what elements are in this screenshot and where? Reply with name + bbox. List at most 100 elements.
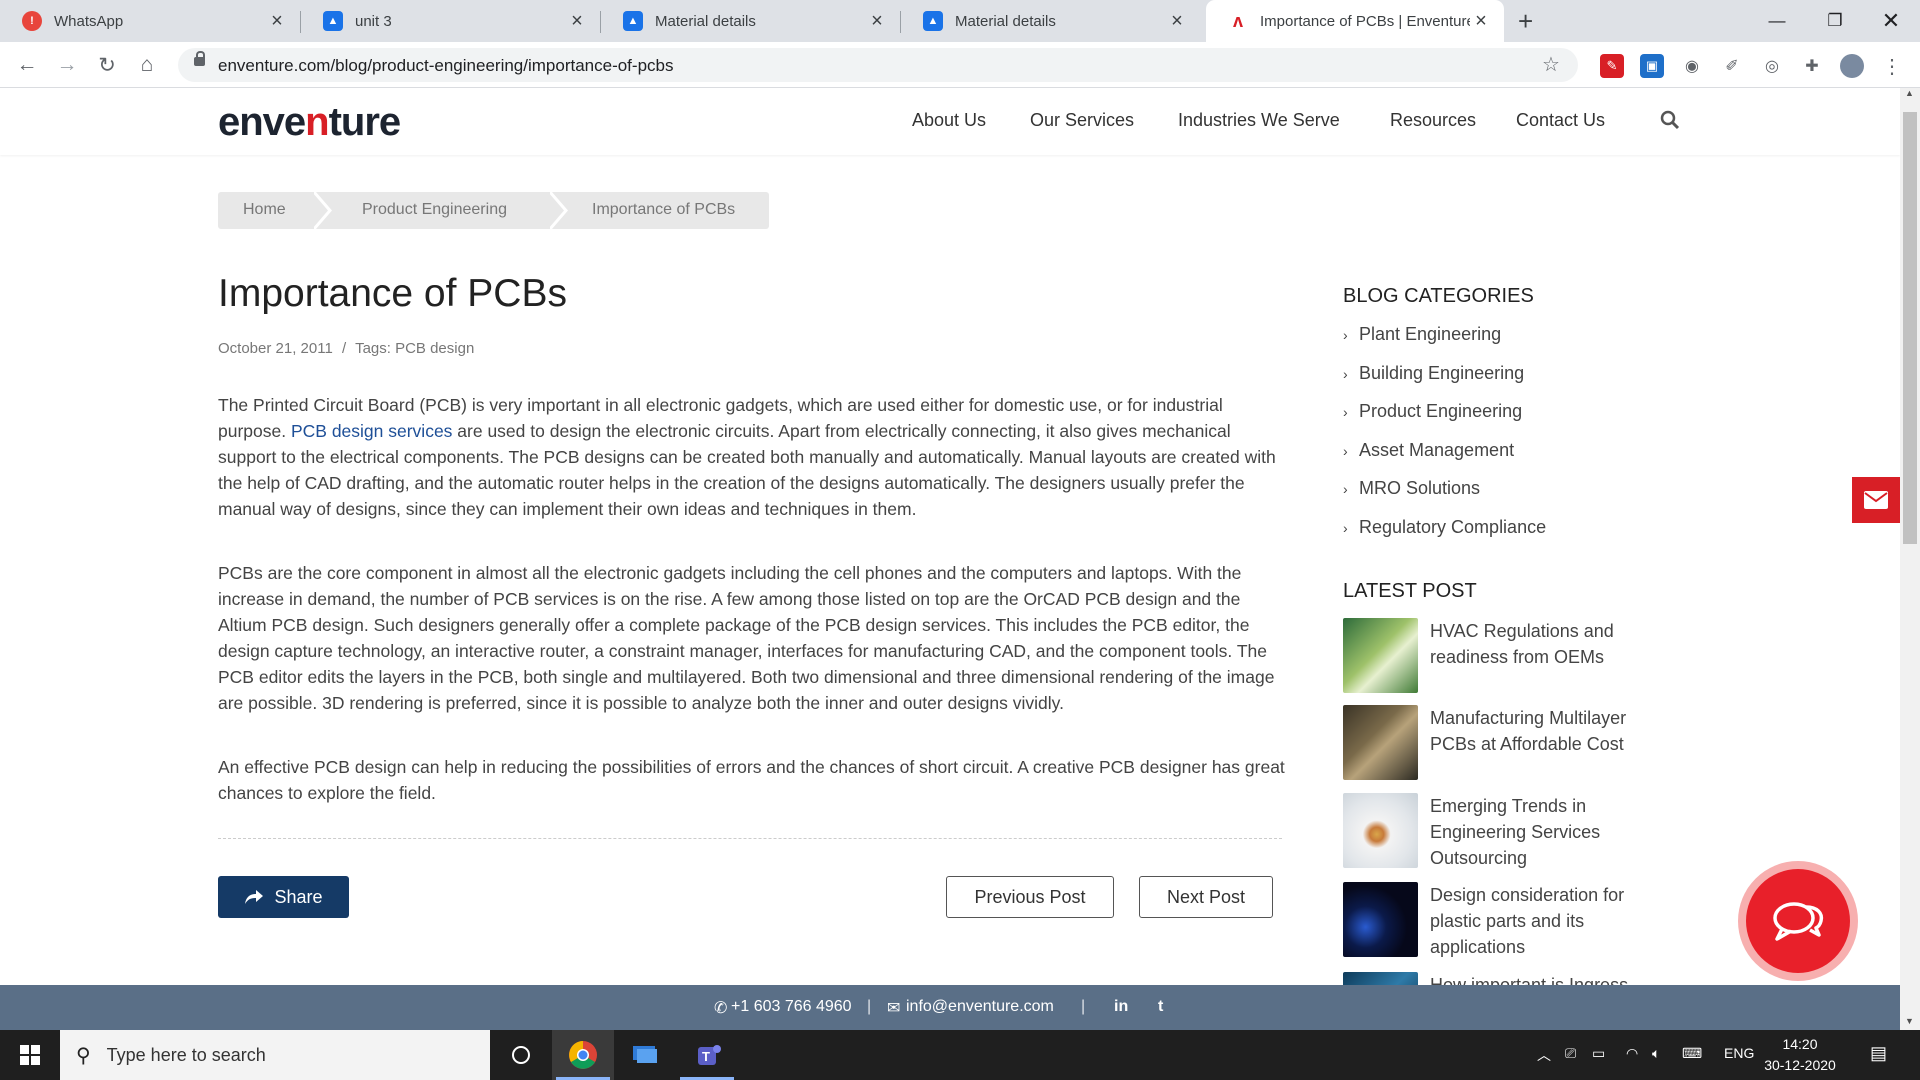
meet-now-icon[interactable]: ⎚ [1565,1045,1576,1062]
file-transfer-taskbar-icon[interactable] [614,1030,676,1080]
phone-icon: ✆ [714,1000,728,1017]
close-icon[interactable]: × [266,10,288,33]
latest-post-1[interactable]: HVAC Regulations and readiness from OEMs [1430,618,1670,670]
restore-icon[interactable]: ❐ [1806,0,1864,42]
pcb-design-services-link[interactable]: PCB design services [291,421,452,441]
search-icon[interactable] [1660,110,1680,135]
envelope-icon [1864,491,1888,509]
tab-label: Material details [955,12,1056,30]
nav-contact-us[interactable]: Contact Us [1516,110,1605,131]
eyedropper-extension-icon[interactable]: ✐ [1720,54,1744,78]
nav-industries[interactable]: Industries We Serve [1178,110,1340,131]
latest-post-2[interactable]: Manufacturing Multilayer PCBs at Afforda… [1430,705,1670,757]
logo-text-start: enve [218,100,306,144]
tab-material-details-2[interactable]: ▲ Material details × [901,0,1200,42]
category-regulatory-compliance[interactable]: › Regulatory Compliance [1343,517,1546,538]
window-close-icon[interactable]: ✕ [1862,0,1920,42]
next-post-button[interactable]: Next Post [1139,876,1273,918]
linkedin-icon[interactable]: in [1114,998,1128,1016]
taskbar-clock[interactable]: 14:20 30-12-2020 [1760,1034,1840,1076]
article-paragraph-2: PCBs are the core component in almost al… [218,563,1275,713]
battery-icon[interactable]: ▭ [1592,1045,1605,1062]
chevron-right-icon: › [1343,366,1348,382]
breadcrumb-current: Importance of PCBs [592,201,736,218]
browser-toolbar: ← → ↻ ⌂ enventure.com/blog/product-engin… [0,42,1920,88]
nav-our-services[interactable]: Our Services [1030,110,1134,131]
article-paragraph-3: An effective PCB design can help in redu… [218,757,1285,803]
enventure-logo[interactable]: enventure [218,100,401,145]
post-thumbnail[interactable] [1343,705,1418,780]
camera-extension-icon[interactable]: ◉ [1680,54,1704,78]
twitter-icon[interactable]: t [1158,998,1163,1016]
input-language[interactable]: ENG [1724,1045,1754,1061]
address-bar[interactable]: enventure.com/blog/product-engineering/i… [178,48,1578,82]
post-tags[interactable]: Tags: PCB design [355,340,474,357]
tab-material-details[interactable]: ▲ Material details × [601,0,900,42]
show-hidden-icons-chevron-icon[interactable]: ︿ [1537,1045,1551,1065]
category-plant-engineering[interactable]: › Plant Engineering [1343,324,1501,345]
windows-start-button[interactable] [0,1030,60,1080]
tab-whatsapp[interactable]: ! WhatsApp × [0,0,300,42]
category-building-engineering[interactable]: › Building Engineering [1343,363,1524,384]
close-icon[interactable]: × [1470,10,1492,33]
chat-bubbles-icon [1773,902,1824,941]
taskbar-search-box[interactable]: ⚲ Type here to search [60,1030,490,1080]
screen-extension-icon[interactable]: ▣ [1640,54,1664,78]
chrome-taskbar-icon[interactable] [552,1030,614,1080]
bookmark-star-icon[interactable]: ☆ [1542,52,1560,77]
latest-post-3[interactable]: Emerging Trends in Engineering Services … [1430,793,1670,871]
share-button[interactable]: Share [218,876,349,918]
menu-dots-icon[interactable]: ⋮ [1880,54,1904,78]
touch-keyboard-icon[interactable]: ⌨ [1682,1045,1702,1062]
scroll-down-icon[interactable]: ▼ [1905,1016,1914,1026]
scrollbar-thumb[interactable] [1903,112,1917,544]
chat-floating-button[interactable] [1738,861,1858,981]
profile-avatar[interactable] [1840,54,1864,78]
home-icon[interactable]: ⌂ [132,50,162,80]
task-view-icon[interactable] [490,1030,552,1080]
classroom-icon: ▲ [623,11,643,31]
chevron-right-icon: › [1343,520,1348,536]
code-extension-icon[interactable]: ◎ [1760,54,1784,78]
category-mro-solutions[interactable]: › MRO Solutions [1343,478,1480,499]
extensions-puzzle-icon[interactable]: ✚ [1800,54,1824,78]
windows-taskbar: ⚲ Type here to search T ︿ ⎚ ▭ ◠ 🔈︎ ⌨ ENG… [0,1030,1920,1080]
tab-unit-3[interactable]: ▲ unit 3 × [301,0,600,42]
pdf-extension-icon[interactable]: ✎ [1600,54,1624,78]
category-label: Asset Management [1359,440,1515,460]
close-icon[interactable]: × [566,10,588,33]
email-floating-button[interactable] [1852,477,1900,523]
footer-phone[interactable]: +1 603 766 4960 [731,998,852,1016]
notifications-icon[interactable]: ▤ [1870,1043,1887,1064]
breadcrumb-product-engineering[interactable]: Product Engineering [362,201,507,219]
close-icon[interactable]: × [866,10,888,33]
footer-email[interactable]: info@enventure.com [906,998,1054,1016]
back-icon[interactable]: ← [12,50,42,80]
new-tab-button[interactable]: + [1518,6,1533,37]
tab-label: WhatsApp [54,12,124,30]
forward-icon[interactable]: → [52,50,82,80]
latest-post-4[interactable]: Design consideration for plastic parts a… [1430,882,1670,960]
scroll-up-icon[interactable]: ▲ [1905,88,1914,98]
minimize-icon[interactable]: — [1748,0,1806,42]
tab-enventure-active[interactable]: ʌ Importance of PCBs | Enventure × [1206,0,1504,42]
breadcrumb-home[interactable]: Home [243,201,286,219]
browser-tab-strip: ! WhatsApp × ▲ unit 3 × ▲ Material detai… [0,0,1920,42]
nav-about-us[interactable]: About Us [912,110,986,131]
reload-icon[interactable]: ↻ [92,50,122,80]
volume-icon[interactable]: 🔈︎ [1652,1045,1660,1062]
url-text[interactable]: enventure.com/blog/product-engineering/i… [218,56,673,76]
wifi-icon[interactable]: ◠ [1626,1045,1638,1062]
breadcrumb: Home Product Engineering Importance of P… [218,192,769,229]
latest-post-heading: LATEST POST [1343,580,1477,602]
close-icon[interactable]: × [1166,10,1188,33]
nav-resources[interactable]: Resources [1390,110,1476,131]
teams-taskbar-icon[interactable]: T [676,1030,738,1080]
previous-post-button[interactable]: Previous Post [946,876,1114,918]
category-asset-management[interactable]: › Asset Management [1343,440,1514,461]
post-thumbnail[interactable] [1343,793,1418,868]
post-thumbnail[interactable] [1343,618,1418,693]
category-product-engineering[interactable]: › Product Engineering [1343,401,1522,422]
post-thumbnail[interactable] [1343,882,1418,957]
category-label: MRO Solutions [1359,478,1481,498]
